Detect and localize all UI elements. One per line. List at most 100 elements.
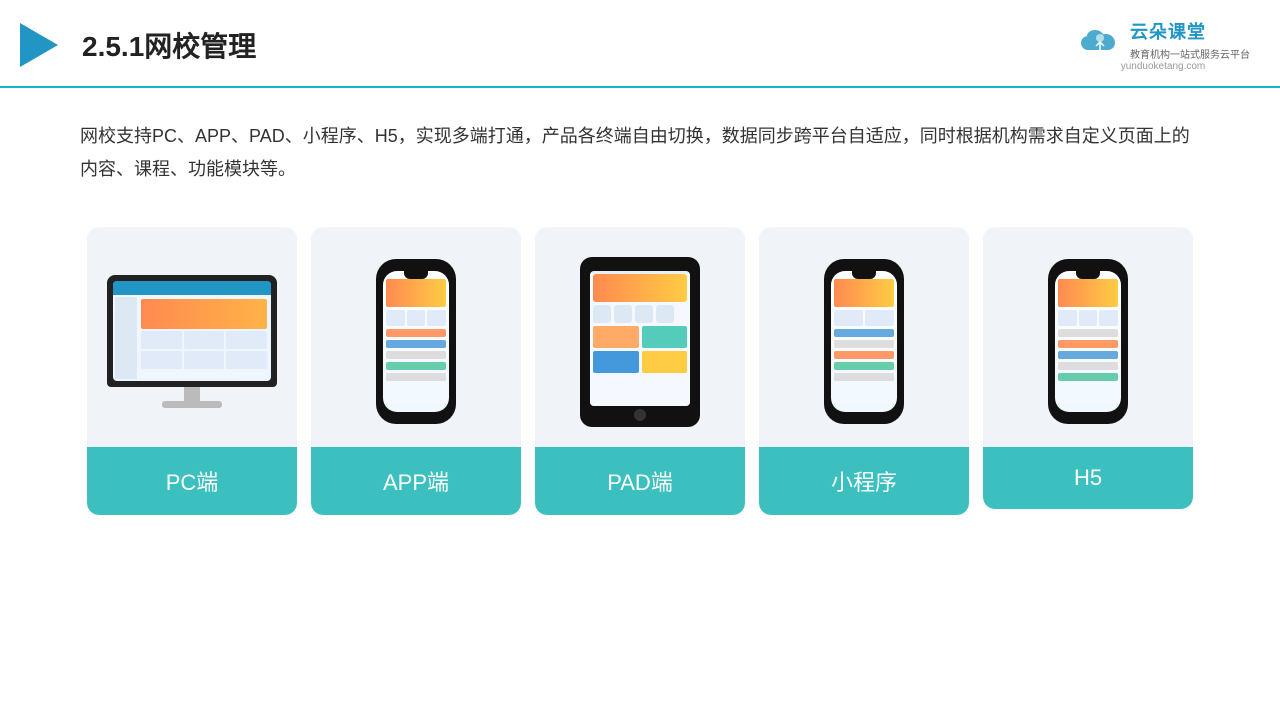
screen-banner [141,299,267,329]
tablet-icon-2 [614,305,632,323]
phone-nav-1 [386,310,405,326]
monitor-base [162,401,222,408]
screen-card-1 [141,331,182,349]
card-miniapp: 小程序 [759,227,969,515]
phone-content-2 [834,329,894,381]
phone-row-h2 [1058,340,1118,348]
card-image-app [311,227,521,447]
header-left: 2.5.1网校管理 [20,23,256,67]
cloud-icon [1076,24,1124,56]
phone-row-h4 [1058,362,1118,370]
phone-row-3 [386,351,446,359]
play-icon [20,23,58,67]
card-label-pc: PC端 [87,447,297,515]
tablet-home-btn [634,409,646,421]
tablet-grid-2 [642,326,688,348]
phone-row-5 [386,373,446,381]
phone-device-app [376,259,456,424]
logo-tagline: 教育机构一站式服务云平台 [1130,46,1250,61]
phone-row-4 [386,362,446,370]
phone-nav-m2 [865,310,894,326]
phone-nav-row [386,310,446,326]
screen-card-2 [184,331,225,349]
phone-content-3 [1058,329,1118,381]
logo-name: 云朵课堂 [1130,18,1250,44]
card-image-h5 [983,227,1193,447]
card-pc: PC端 [87,227,297,515]
phone-nav-h1 [1058,310,1077,326]
card-h5: H5 [983,227,1193,509]
logo-area: 云朵课堂 教育机构一站式服务云平台 yunduoketang.com [1076,18,1250,72]
phone-nav-row-3 [1058,310,1118,326]
phone-row-m2 [834,340,894,348]
logo-cloud: 云朵课堂 教育机构一站式服务云平台 [1076,18,1250,61]
tablet-icon-1 [593,305,611,323]
phone-screen-content [383,271,449,412]
card-app: APP端 [311,227,521,515]
card-pad: PAD端 [535,227,745,515]
phone-banner-2 [834,279,894,307]
phone-nav-m1 [834,310,863,326]
tablet-device [580,257,700,427]
phone-device-miniapp [824,259,904,424]
screen-sidebar [115,297,137,379]
logo-url: yunduoketang.com [1121,61,1206,72]
phone-device-h5 [1048,259,1128,424]
phone-row-h1 [1058,329,1118,337]
card-image-pc [87,227,297,447]
phone-row-m4 [834,362,894,370]
pc-device [107,275,277,408]
phone-screen-content-3 [1055,271,1121,412]
card-label-pad: PAD端 [535,447,745,515]
screen-card-6 [226,351,267,369]
tablet-icon-4 [656,305,674,323]
card-image-pad [535,227,745,447]
logo-text: 云朵课堂 教育机构一站式服务云平台 [1130,18,1250,61]
tablet-grid [593,326,687,373]
phone-row-h3 [1058,351,1118,359]
tablet-screen [590,271,690,406]
cards-container: PC端 [0,197,1280,545]
phone-nav-2 [407,310,426,326]
tablet-grid-1 [593,326,639,348]
screen-card-5 [184,351,225,369]
screen-navbar [113,281,271,295]
phone-content [386,329,446,381]
tablet-grid-3 [593,351,639,373]
screen-cards-row [141,331,267,349]
screen-content [113,281,271,381]
phone-row-m1 [834,329,894,337]
screen-cards-row-2 [141,351,267,369]
phone-banner [386,279,446,307]
phone-nav-h3 [1099,310,1118,326]
header: 2.5.1网校管理 云朵课堂 教育机构一站式服务云平台 yunduoketang… [0,0,1280,88]
screen-main [139,297,269,379]
phone-notch-3 [1076,271,1100,279]
screen-body [113,295,271,381]
phone-screen-h5 [1055,271,1121,412]
tablet-nav-icons [593,305,687,323]
tablet-banner [593,274,687,302]
phone-nav-h2 [1079,310,1098,326]
card-image-miniapp [759,227,969,447]
monitor-neck [184,387,200,401]
tablet-icon-3 [635,305,653,323]
phone-screen-miniapp [831,271,897,412]
phone-row-2 [386,340,446,348]
card-label-miniapp: 小程序 [759,447,969,515]
screen-card-4 [141,351,182,369]
phone-banner-3 [1058,279,1118,307]
card-label-app: APP端 [311,447,521,515]
phone-notch-2 [852,271,876,279]
phone-screen-app [383,271,449,412]
card-label-h5: H5 [983,447,1193,509]
phone-nav-row-2 [834,310,894,326]
phone-row-m3 [834,351,894,359]
tablet-grid-4 [642,351,688,373]
page-title: 2.5.1网校管理 [82,25,256,65]
phone-row-h5 [1058,373,1118,381]
phone-nav-3 [427,310,446,326]
phone-row-1 [386,329,446,337]
tablet-screen-content [590,274,690,406]
phone-screen-content-2 [831,271,897,412]
